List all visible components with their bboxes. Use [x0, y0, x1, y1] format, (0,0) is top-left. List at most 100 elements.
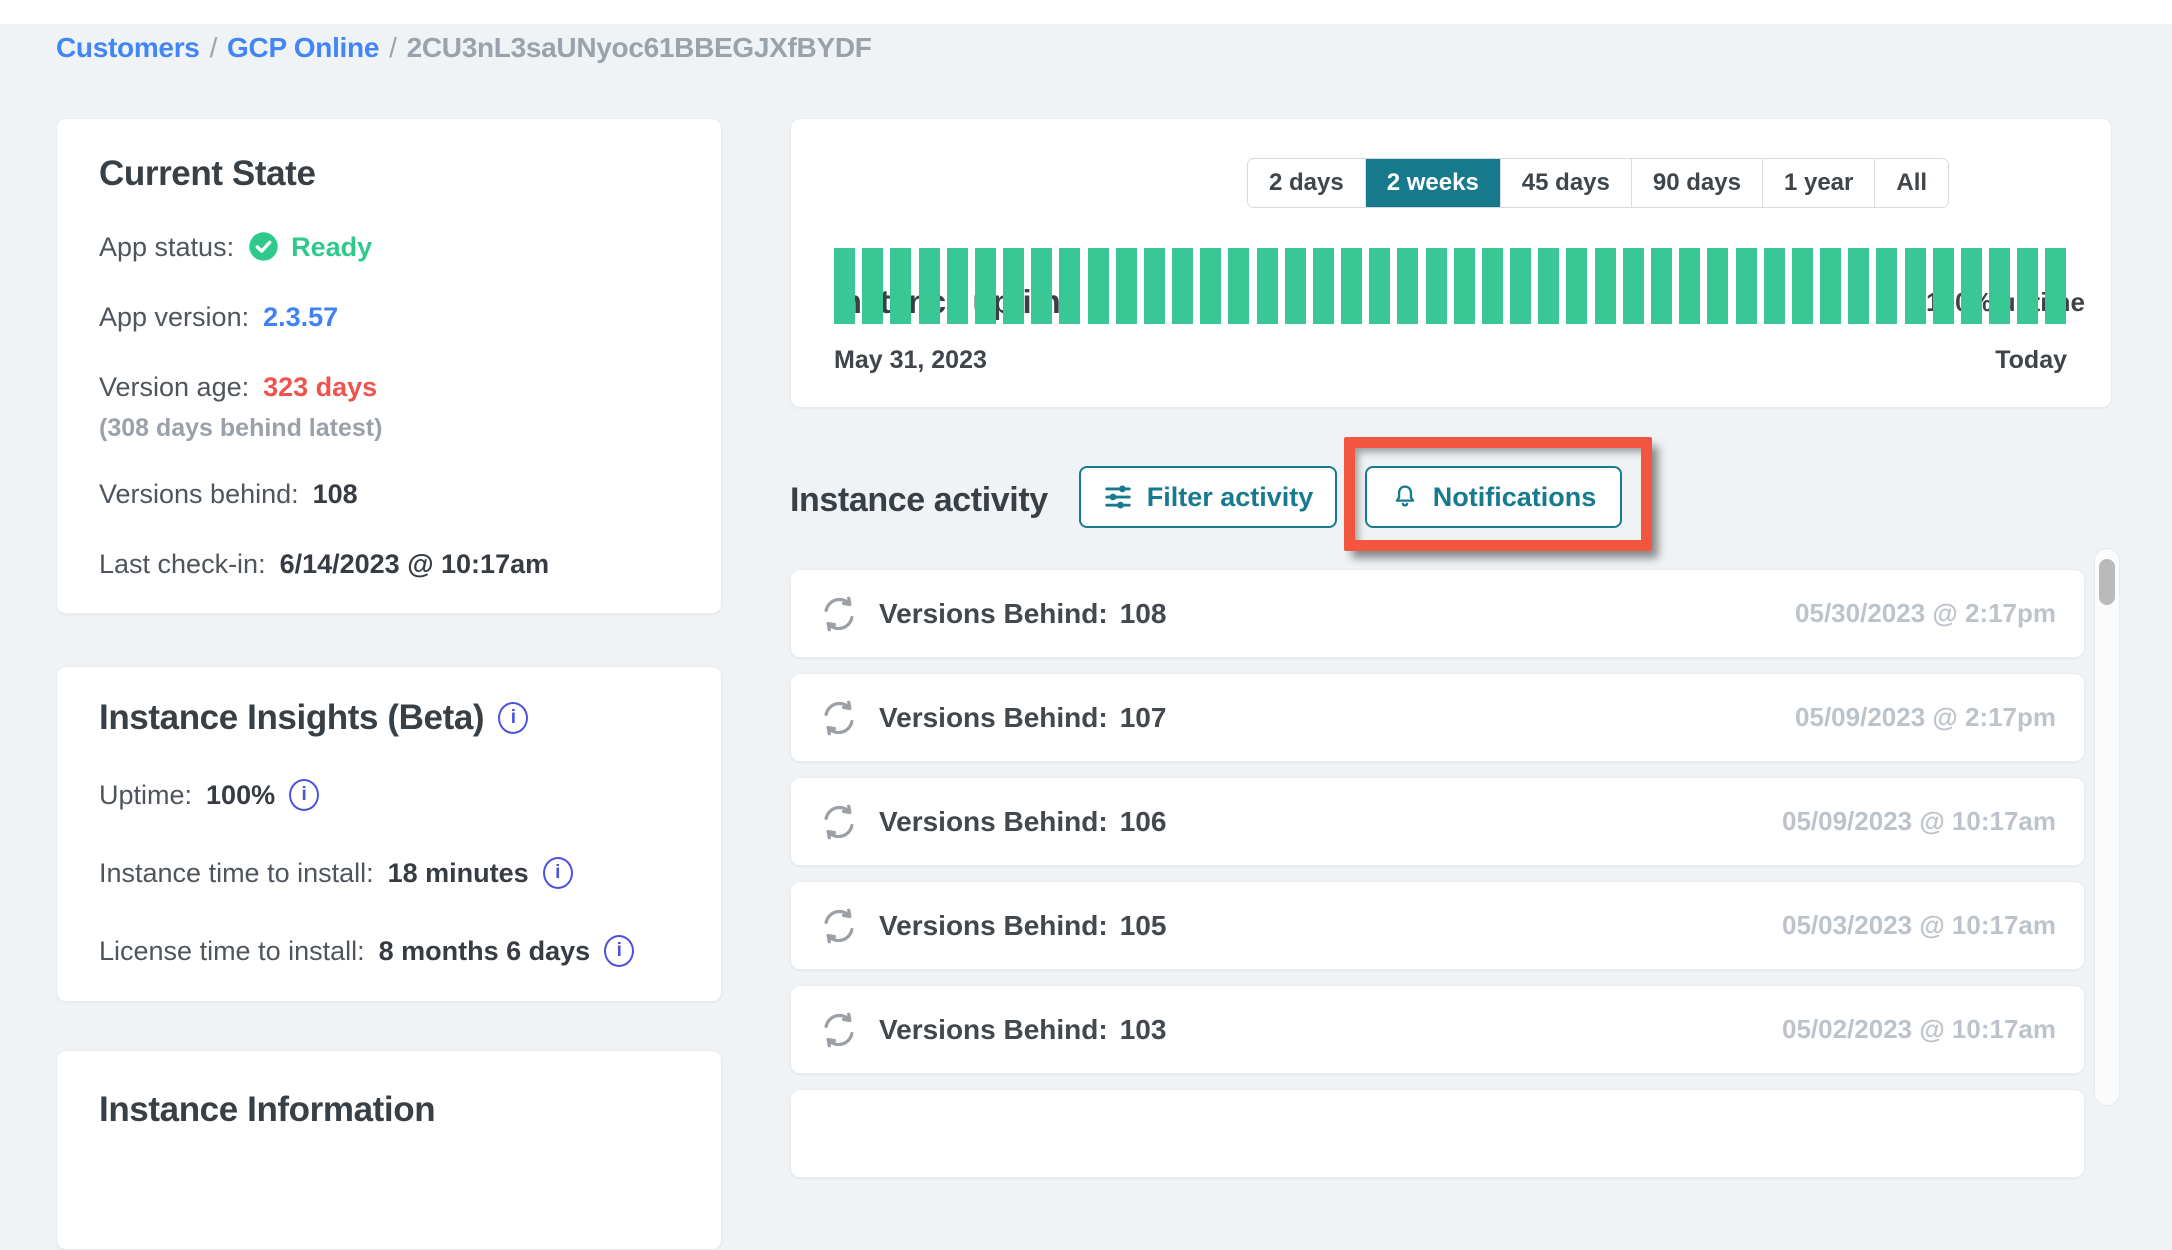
- uptime-bar: [1736, 248, 1757, 324]
- breadcrumb-separator: /: [389, 32, 396, 63]
- uptime-range-2-days[interactable]: 2 days: [1248, 159, 1365, 207]
- uptime-bar: [1003, 248, 1024, 324]
- uptime-range-2-weeks[interactable]: 2 weeks: [1365, 159, 1500, 207]
- uptime-bar: [1989, 248, 2010, 324]
- activity-row: Versions Behind: 107 05/09/2023 @ 2:17pm: [790, 673, 2085, 762]
- uptime-bar: [975, 248, 996, 324]
- activity-row: Versions Behind: 103 05/02/2023 @ 10:17a…: [790, 985, 2085, 1074]
- app-status-row: App status: Ready: [99, 231, 679, 262]
- uptime-bar: [1116, 248, 1137, 324]
- activity-row-label: Versions Behind:: [879, 598, 1108, 630]
- instance-information-card: Instance Information: [56, 1050, 722, 1250]
- uptime-bar: [1566, 248, 1587, 324]
- app-status-label: App status:: [99, 232, 234, 262]
- instance-install-label: Instance time to install:: [99, 858, 374, 888]
- filter-activity-button[interactable]: Filter activity: [1079, 466, 1337, 528]
- activity-scrollbar-track[interactable]: [2094, 548, 2120, 1106]
- uptime-bar: [919, 248, 940, 324]
- sync-arrows-icon: [817, 904, 861, 948]
- instance-information-title: Instance Information: [99, 1089, 679, 1131]
- activity-row-label: Versions Behind:: [879, 1014, 1108, 1046]
- version-age-value: 323 days: [263, 372, 377, 402]
- uptime-bar: [1792, 248, 1813, 324]
- app-version-label: App version:: [99, 302, 249, 332]
- activity-row-timestamp: 05/09/2023 @ 2:17pm: [1795, 702, 2056, 733]
- uptime-bar: [1285, 248, 1306, 324]
- uptime-bar: [1482, 248, 1503, 324]
- breadcrumb-separator: /: [210, 32, 217, 63]
- app-status-value: Ready: [291, 232, 372, 262]
- versions-behind-value: 108: [313, 479, 358, 509]
- activity-row: Versions Behind: 108 05/30/2023 @ 2:17pm: [790, 569, 2085, 658]
- uptime-bar: [1933, 248, 1954, 324]
- uptime-range-45-days[interactable]: 45 days: [1500, 159, 1631, 207]
- activity-row-label: Versions Behind:: [879, 806, 1108, 838]
- uptime-bar: [1059, 248, 1080, 324]
- uptime-range-1-year[interactable]: 1 year: [1762, 159, 1874, 207]
- app-version-row: App version: 2.3.57: [99, 302, 679, 332]
- info-icon[interactable]: i: [498, 702, 528, 734]
- uptime-bar: [1369, 248, 1390, 324]
- last-checkin-label: Last check-in:: [99, 549, 266, 579]
- instance-activity-list: Versions Behind: 108 05/30/2023 @ 2:17pm…: [790, 569, 2085, 1193]
- instance-insights-title: Instance Insights (Beta) i: [99, 697, 679, 739]
- uptime-bar: [1341, 248, 1362, 324]
- uptime-bar: [1707, 248, 1728, 324]
- license-install-value: 8 months 6 days: [379, 936, 591, 966]
- breadcrumb-item-2[interactable]: GCP Online: [227, 32, 379, 63]
- current-state-card: Current State App status: Ready App vers…: [56, 118, 722, 614]
- uptime-bar: [1397, 248, 1418, 324]
- instance-install-value: 18 minutes: [388, 858, 529, 888]
- instance-install-row: Instance time to install: 18 minutes i: [99, 857, 679, 889]
- check-circle-icon: [248, 231, 279, 262]
- last-checkin-row: Last check-in: 6/14/2023 @ 10:17am: [99, 549, 679, 579]
- activity-row: Versions Behind: 105 05/03/2023 @ 10:17a…: [790, 881, 2085, 970]
- uptime-bar: [834, 248, 855, 324]
- breadcrumb: Customers / GCP Online / 2CU3nL3saUNyoc61BBE…: [56, 32, 872, 64]
- uptime-row: Uptime: 100% i: [99, 779, 679, 811]
- uptime-bar: [2045, 248, 2066, 324]
- uptime-bar: [1257, 248, 1278, 324]
- breadcrumb-item-3: 2CU3nL3saUNyoc61BBEGJXfBYDF: [407, 32, 872, 63]
- uptime-bar: [1876, 248, 1897, 324]
- license-install-label: License time to install:: [99, 936, 365, 966]
- versions-behind-label: Versions behind:: [99, 479, 299, 509]
- activity-scrollbar-thumb[interactable]: [2099, 559, 2115, 605]
- activity-row-timestamp: 05/30/2023 @ 2:17pm: [1795, 598, 2056, 629]
- bell-icon: [1391, 483, 1419, 511]
- uptime-range-90-days[interactable]: 90 days: [1631, 159, 1762, 207]
- uptime-bar: [2017, 248, 2038, 324]
- uptime-bar: [1200, 248, 1221, 324]
- uptime-bar: [1623, 248, 1644, 324]
- notifications-button[interactable]: Notifications: [1365, 466, 1622, 528]
- instance-insights-card: Instance Insights (Beta) i Uptime: 100% …: [56, 666, 722, 1002]
- uptime-end-label: Today: [1995, 346, 2067, 375]
- uptime-bar: [1679, 248, 1700, 324]
- info-icon[interactable]: i: [543, 857, 573, 889]
- uptime-bar-chart: [834, 248, 2067, 324]
- activity-row-value: 108: [1120, 598, 1167, 630]
- last-checkin-value: 6/14/2023 @ 10:17am: [280, 549, 550, 579]
- activity-row-label: Versions Behind:: [879, 702, 1108, 734]
- version-age-label: Version age:: [99, 372, 249, 402]
- uptime-bar: [1848, 248, 1869, 324]
- app-version-value[interactable]: 2.3.57: [263, 302, 338, 332]
- versions-behind-row: Versions behind: 108: [99, 479, 679, 509]
- info-icon[interactable]: i: [604, 935, 634, 967]
- uptime-range-all[interactable]: All: [1874, 159, 1948, 207]
- activity-row-label: Versions Behind:: [879, 910, 1108, 942]
- sync-arrows-icon: [817, 800, 861, 844]
- current-state-title: Current State: [99, 153, 679, 195]
- uptime-range-group: 2 days2 weeks45 days90 days1 yearAll: [1247, 158, 1949, 208]
- activity-row-value: 106: [1120, 806, 1167, 838]
- uptime-bar: [890, 248, 911, 324]
- breadcrumb-item-1[interactable]: Customers: [56, 32, 200, 63]
- activity-row-value: 103: [1120, 1014, 1167, 1046]
- uptime-bar: [1595, 248, 1616, 324]
- activity-row-value: 107: [1120, 702, 1167, 734]
- uptime-bar: [1961, 248, 1982, 324]
- info-icon[interactable]: i: [289, 779, 319, 811]
- uptime-bar: [1172, 248, 1193, 324]
- instance-uptime-card: Instance uptime 2 days2 weeks45 days90 d…: [790, 118, 2112, 408]
- uptime-start-label: May 31, 2023: [834, 346, 987, 375]
